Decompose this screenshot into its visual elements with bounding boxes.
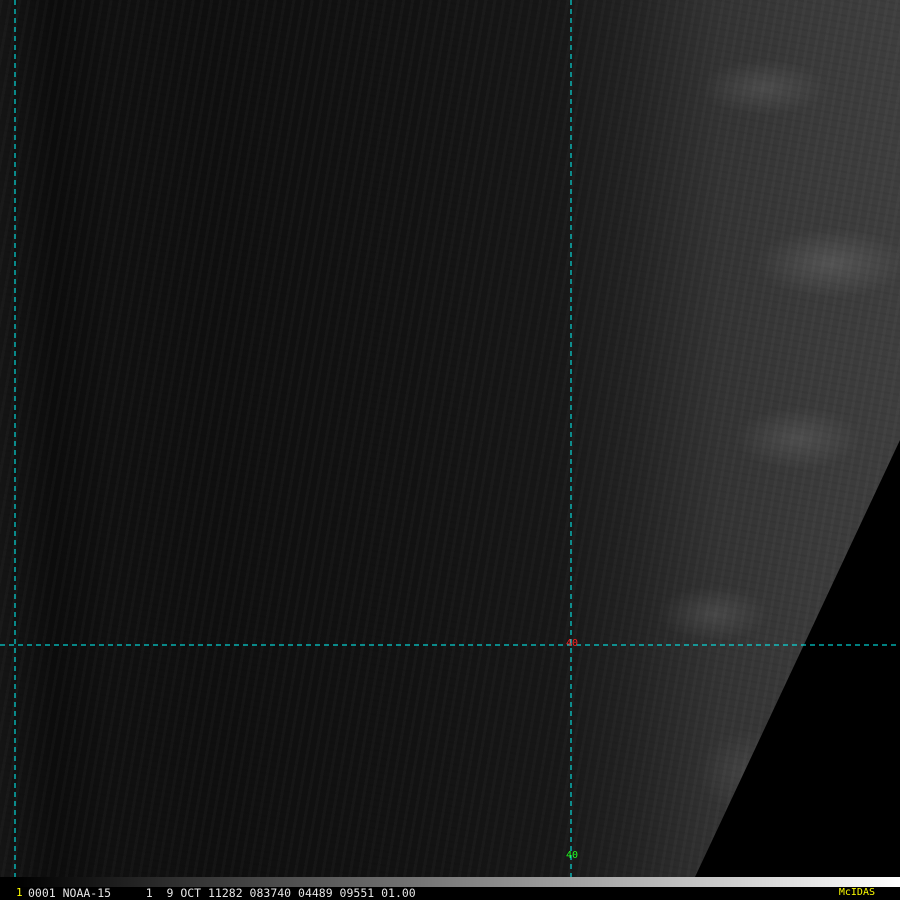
status-bar: 1 0001 NOAA-15 1 9 OCT 11282 083740 0448… <box>0 877 900 900</box>
frame-number: 1 <box>16 886 23 899</box>
latitude-label: 40 <box>566 638 579 649</box>
image-info-text: 0001 NOAA-15 1 9 OCT 11282 083740 04489 … <box>28 886 416 900</box>
lat-lon-grid <box>0 0 900 877</box>
satellite-image-viewer: 40 40 1 0001 NOAA-15 1 9 OCT 11282 08374… <box>0 0 900 900</box>
mcidas-brand: McIDAS <box>838 887 875 898</box>
satellite-imagery: 40 40 <box>0 0 900 877</box>
longitude-label: 40 <box>566 850 579 861</box>
